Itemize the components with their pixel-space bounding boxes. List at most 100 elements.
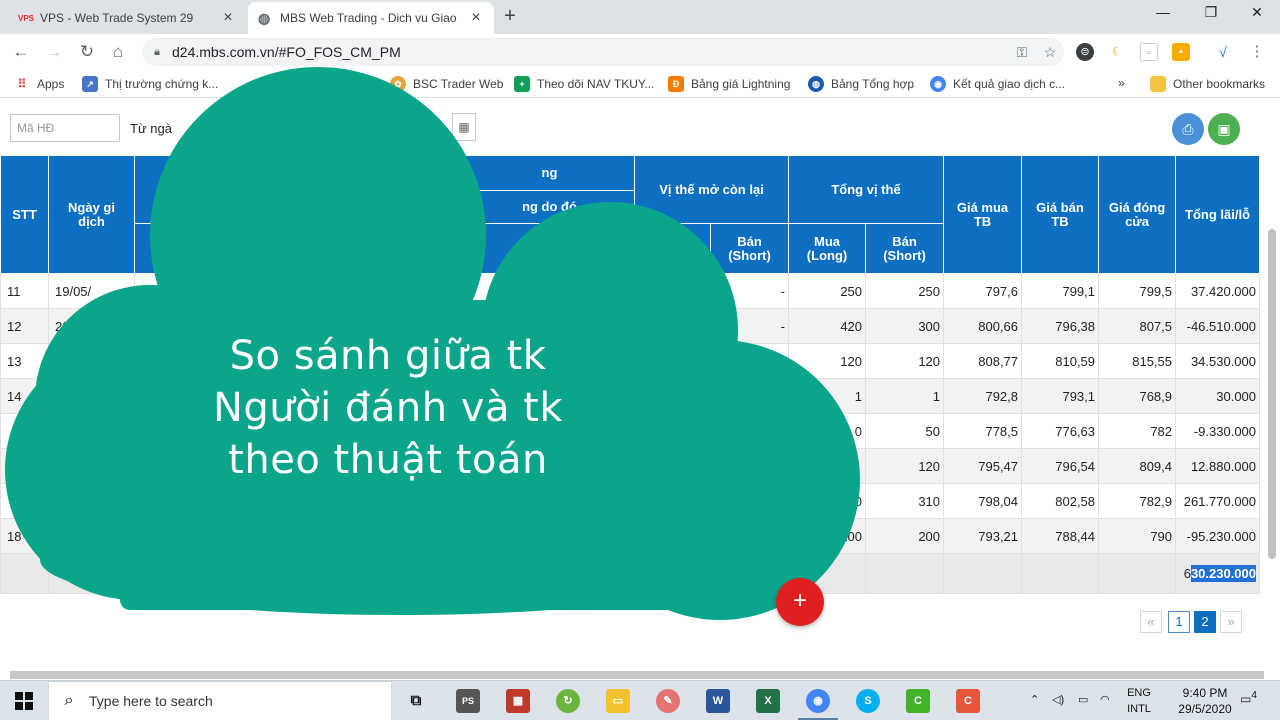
bookmark-label: Theo dõi NAV TKUY...: [537, 77, 655, 91]
start-button[interactable]: [0, 681, 48, 720]
reload-icon[interactable]: ↻: [76, 41, 98, 63]
bookmarks-overflow[interactable]: »: [1118, 76, 1125, 90]
close-icon[interactable]: ×: [220, 9, 236, 27]
table-cell: [709, 343, 790, 379]
table-cell: 11: [0, 273, 49, 309]
table-cell: 810,59: [1021, 343, 1100, 379]
table-cell: 815,55: [1098, 343, 1177, 379]
wifi-icon[interactable]: ◠: [1100, 693, 1110, 706]
taskbar-search-box[interactable]: ⌕ Type here to search: [48, 681, 392, 720]
add-fab-button[interactable]: +: [776, 578, 824, 626]
table-row[interactable]: 18 200 200 793,21 788,44 790 -95.230.000: [0, 518, 1261, 554]
table-cell: -: [709, 308, 790, 344]
bookmark-label: Thị trường chứng k...: [105, 77, 219, 91]
other-bookmarks[interactable]: Other bookmarks: [1150, 76, 1265, 92]
header-total-buy: Mua (Long): [788, 223, 867, 274]
table-cell: [709, 413, 790, 449]
bookmark-lightning[interactable]: Đ Bảng giá Lightning: [668, 76, 790, 92]
page-1-button[interactable]: 1: [1168, 611, 1190, 633]
volume-icon[interactable]: ◁): [1052, 693, 1064, 706]
excel-icon[interactable]: X: [756, 689, 780, 713]
table-cell: 20/05/: [48, 308, 135, 344]
key-icon[interactable]: ⚿: [1008, 44, 1036, 61]
table-cell: 800,66: [943, 308, 1023, 344]
new-tab-button[interactable]: +: [498, 5, 522, 29]
window-close-button[interactable]: ✕: [1234, 4, 1280, 21]
bookmark-nav[interactable]: + Theo dõi NAV TKUY...: [514, 76, 654, 92]
extension-icon[interactable]: ⊜: [1076, 43, 1094, 61]
extension-icon[interactable]: ▪: [1172, 43, 1190, 61]
notification-icon[interactable]: ▭4: [1240, 690, 1257, 706]
table-cell: [464, 273, 635, 309]
header-group-partial: ng: [464, 155, 635, 191]
header-hidden: [134, 155, 465, 224]
contract-code-input[interactable]: [10, 114, 120, 142]
calculator-app-icon[interactable]: PS: [456, 689, 480, 713]
bookmark-summary[interactable]: ◍ Bảng Tổng hợp: [808, 76, 914, 92]
battery-icon[interactable]: ▭: [1078, 693, 1088, 706]
system-clock[interactable]: 9:40 PM 29/5/2020: [1160, 685, 1250, 717]
tab-title: VPS - Web Trade System 29: [40, 11, 194, 25]
table-row[interactable]: 0 310 798,04 802,58 782,9 261.770.000: [0, 483, 1261, 519]
table-cell: [634, 308, 711, 344]
address-bar[interactable]: 🔒︎ d24.mbs.com.vn/#FO_FOS_CM_PM ⚿ ☆: [142, 38, 1064, 66]
print-button[interactable]: ⎙: [1172, 113, 1204, 145]
horizontal-scrollbar[interactable]: [10, 671, 1264, 679]
save-button[interactable]: ▣: [1208, 113, 1240, 145]
table-row[interactable]: 11 19/05/-250 250 797,6 799,1 799,5 37.420.000: [0, 273, 1261, 309]
chevron-up-icon[interactable]: ⌃: [1030, 693, 1039, 706]
bookmark-results[interactable]: ◉ Kết quả giao dịch c...: [930, 76, 1065, 92]
star-icon[interactable]: ☆: [1036, 44, 1064, 61]
table-cell: [634, 273, 711, 309]
restore-button[interactable]: ❐: [1188, 4, 1234, 21]
page-2-button[interactable]: 2: [1194, 611, 1216, 633]
next-page-button[interactable]: »: [1220, 611, 1242, 633]
app-icon[interactable]: ▦: [506, 689, 530, 713]
word-icon[interactable]: W: [706, 689, 730, 713]
table-cell: 793,21: [943, 518, 1023, 554]
file-explorer-icon[interactable]: ▭: [606, 689, 630, 713]
table-cell: [709, 553, 790, 594]
forward-arrow-icon[interactable]: →: [43, 41, 65, 63]
vertical-scrollbar[interactable]: [1268, 229, 1276, 559]
lock-icon: 🔒︎: [154, 45, 160, 58]
lightning-icon: Đ: [668, 76, 684, 92]
camtasia-recorder-icon[interactable]: C: [956, 689, 980, 713]
app-icon[interactable]: ↻: [556, 689, 580, 713]
extension-icon[interactable]: √: [1214, 43, 1232, 61]
table-cell: 778,5: [943, 413, 1023, 449]
bookmark-bsc[interactable]: ✿ BSC Trader Web: [390, 76, 503, 92]
vps-favicon: VPS: [18, 13, 35, 23]
bookmark-stock-market[interactable]: ↗ Thị trường chứng k...: [82, 76, 218, 92]
back-arrow-icon[interactable]: ←: [10, 41, 32, 63]
table-cell: 802,58: [1021, 483, 1100, 519]
table-cell: 768,9: [1098, 378, 1177, 414]
minimize-button[interactable]: —: [1140, 4, 1186, 20]
home-icon[interactable]: ⌂: [107, 41, 129, 63]
sheets-icon: +: [514, 76, 530, 92]
total-pnl-value[interactable]: 30.230.000: [1190, 565, 1257, 582]
bookmark-apps[interactable]: ⠿ Apps: [14, 76, 65, 92]
table-cell: 807,5: [1098, 308, 1177, 344]
language-indicator[interactable]: ENG INTL: [1124, 685, 1154, 717]
extension-icon[interactable]: ▫: [1140, 43, 1158, 61]
table-cell: 120: [865, 343, 945, 379]
prev-page-button[interactable]: «: [1140, 611, 1162, 633]
camtasia-icon[interactable]: C: [906, 689, 930, 713]
task-view-icon[interactable]: ⧉: [404, 689, 428, 713]
calendar-icon[interactable]: ▦: [452, 113, 476, 141]
browser-toolbar: ← → ↻ ⌂ 🔒︎ d24.mbs.com.vn/#FO_FOS_CM_PM …: [0, 34, 1280, 70]
close-icon[interactable]: ×: [468, 9, 484, 27]
search-icon: ⌕: [64, 692, 74, 709]
table-cell: 798,04: [943, 483, 1023, 519]
moon-icon[interactable]: ☾: [1108, 43, 1126, 61]
menu-dots-icon[interactable]: ⋮: [1248, 43, 1266, 61]
tab-vps[interactable]: VPS VPS - Web Trade System 29 ×: [8, 2, 246, 34]
paint-app-icon[interactable]: ✎: [656, 689, 680, 713]
header-close-price: Giá đóng cửa: [1098, 155, 1177, 274]
skype-icon[interactable]: S: [856, 689, 880, 713]
tab-mbs[interactable]: ◍ MBS Web Trading - Dich vu Giao ×: [248, 2, 494, 34]
table-cell: 50: [865, 413, 945, 449]
table-cell: -: [709, 273, 790, 309]
chrome-icon[interactable]: ◉: [806, 689, 830, 713]
